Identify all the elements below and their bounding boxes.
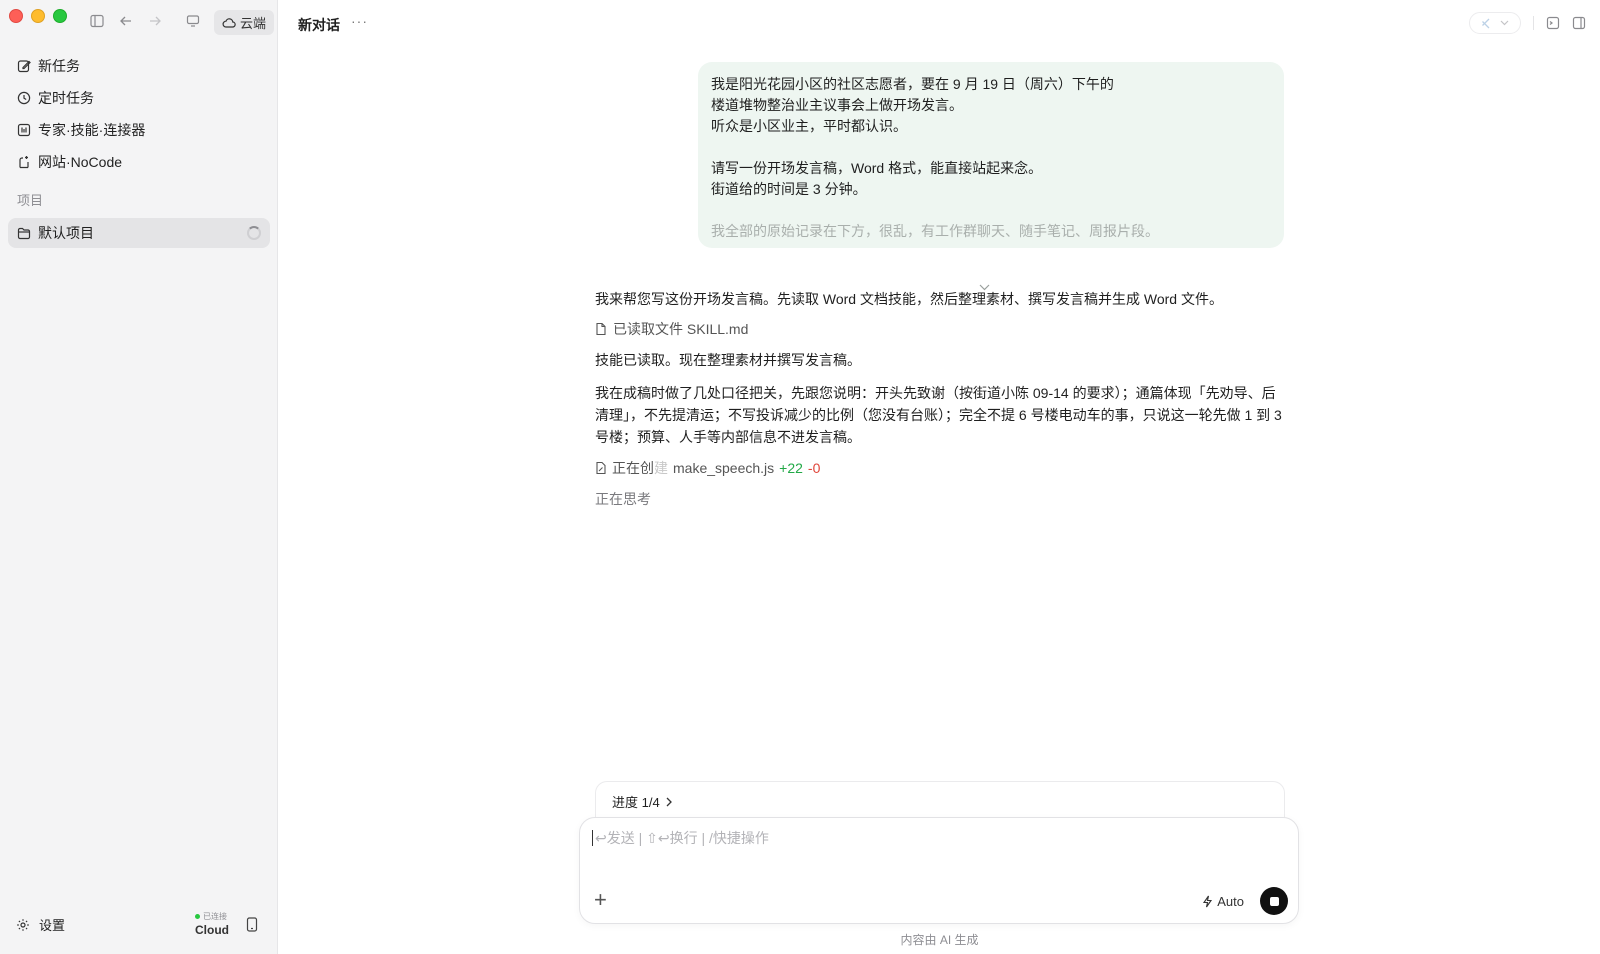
connection-name: Cloud xyxy=(195,923,229,937)
edit-icon xyxy=(17,60,31,73)
sidebar-item-scheduled-tasks[interactable]: 定时任务 xyxy=(8,82,269,114)
cloud-connection-status[interactable]: 已连接 Cloud xyxy=(195,911,229,937)
phone-icon[interactable] xyxy=(246,917,258,935)
more-options-button[interactable]: ··· xyxy=(351,13,368,29)
cloud-icon xyxy=(222,17,236,28)
grid-box-icon xyxy=(17,123,31,137)
cloud-mode-button[interactable]: 云端 xyxy=(214,10,275,35)
sidebar: 云端 新任务 定时任务 专家·技能·连接器 网站·NoCode 项目 默认项目 … xyxy=(0,0,278,954)
stop-generation-button[interactable] xyxy=(1260,887,1288,915)
thinking-status: 正在思考 xyxy=(595,491,651,507)
sidebar-item-website-nocode[interactable]: 网站·NoCode xyxy=(8,146,269,178)
message-composer: + Auto xyxy=(579,817,1299,924)
file-read-label: 已读取文件 SKILL.md xyxy=(613,321,749,337)
user-message-line: 楼道堆物整治业主议事会上做开场发言。 xyxy=(711,97,963,113)
sidebar-toggle-icon[interactable] xyxy=(88,12,106,30)
forward-arrow-icon[interactable] xyxy=(146,12,164,30)
lines-added: +22 xyxy=(779,460,803,476)
editor-select[interactable] xyxy=(1469,12,1521,34)
project-item-default[interactable]: 默认项目 xyxy=(8,218,270,248)
file-edit-name: make_speech.js xyxy=(673,460,775,476)
divider xyxy=(1533,16,1534,30)
message-input[interactable] xyxy=(592,830,1282,846)
gear-icon xyxy=(17,918,29,931)
conversation-title: 新对话 xyxy=(298,17,340,33)
terminal-icon[interactable] xyxy=(1546,16,1560,30)
close-window-button[interactable] xyxy=(9,9,23,23)
clock-icon xyxy=(17,91,31,105)
sidebar-item-label: 专家·技能·连接器 xyxy=(38,122,146,138)
lines-removed: -0 xyxy=(807,460,821,476)
window-controls xyxy=(9,9,67,23)
folder-icon xyxy=(17,227,31,239)
loading-spinner-icon xyxy=(247,226,261,240)
stop-icon xyxy=(1269,896,1279,906)
lightning-icon xyxy=(1203,895,1213,908)
minimize-window-button[interactable] xyxy=(31,9,45,23)
file-icon xyxy=(596,322,606,336)
mode-selector[interactable]: Auto xyxy=(1202,894,1244,909)
assistant-paragraph: 技能已读取。现在整理素材并撰写发言稿。 xyxy=(595,352,861,368)
assistant-paragraph: 我在成稿时做了几处口径把关，先跟您说明：开头先致谢（按街道小陈 09-14 的要… xyxy=(595,385,1282,445)
back-arrow-icon[interactable] xyxy=(117,12,135,30)
user-message-line-faded: 我全部的原始记录在下方，很乱，有工作群聊天、随手笔记、周报片段。 xyxy=(711,223,1159,239)
status-dot xyxy=(195,914,200,919)
monitor-icon[interactable] xyxy=(184,12,202,30)
progress-toggle[interactable]: 进度 1/4 xyxy=(595,781,1285,821)
user-message-line: 请写一份开场发言稿，Word 格式，能直接站起来念。 xyxy=(711,160,1043,176)
sparkle-page-icon xyxy=(19,156,29,169)
user-message-bubble: 我是阳光花园小区的社区志愿者，要在 9 月 19 日（周六）下午的 楼道堆物整治… xyxy=(698,62,1284,291)
settings-label: 设置 xyxy=(39,918,66,933)
main-panel: 新对话 ··· 我是阳光花园小区的社区志愿者，要在 9 月 19 日（周六）下午… xyxy=(279,0,1600,954)
sidebar-item-experts-skills[interactable]: 专家·技能·连接器 xyxy=(8,114,269,146)
file-edit-status-fade: 建 xyxy=(654,460,668,476)
vscode-icon xyxy=(1482,18,1490,28)
file-edit-step[interactable]: 正在创建 make_speech.js +22 -0 xyxy=(595,458,820,478)
ai-disclaimer: 内容由 AI 生成 xyxy=(279,931,1599,948)
user-message-line: 听众是小区业主，平时都认识。 xyxy=(711,118,907,134)
progress-label: 进度 1/4 xyxy=(612,795,660,810)
project-label: 默认项目 xyxy=(38,225,94,241)
sidebar-item-new-task[interactable]: 新任务 xyxy=(8,50,269,82)
mode-label: Auto xyxy=(1217,894,1244,909)
topbar-actions xyxy=(1469,12,1586,34)
file-edit-status: 正在创 xyxy=(612,460,654,476)
file-edit-icon xyxy=(596,461,606,475)
chevron-right-icon xyxy=(666,797,672,806)
connection-status-line: 已连接 xyxy=(195,911,229,922)
ai-disclaimer-text: 内容由 AI 生成 xyxy=(900,933,979,947)
user-message-line: 我是阳光花园小区的社区志愿者，要在 9 月 19 日（周六）下午的 xyxy=(711,76,1114,92)
connection-status-text: 已连接 xyxy=(203,912,227,921)
projects-section-title: 项目 xyxy=(17,193,44,208)
sidebar-item-label: 网站·NoCode xyxy=(38,154,123,170)
panel-toggle-icon[interactable] xyxy=(1572,16,1586,30)
sidebar-item-label: 新任务 xyxy=(38,58,80,74)
settings-button[interactable]: 设置 xyxy=(16,915,65,934)
zoom-window-button[interactable] xyxy=(53,9,67,23)
file-read-step[interactable]: 已读取文件 SKILL.md xyxy=(595,319,748,339)
chevron-down-icon xyxy=(1500,20,1509,26)
user-message-line: 街道给的时间是 3 分钟。 xyxy=(711,181,867,197)
cloud-mode-label: 云端 xyxy=(240,16,267,31)
assistant-paragraph: 我来帮您写这份开场发言稿。先读取 Word 文档技能，然后整理素材、撰写发言稿并… xyxy=(595,291,1223,307)
add-attachment-button[interactable]: + xyxy=(594,889,607,911)
sidebar-nav: 新任务 定时任务 专家·技能·连接器 网站·NoCode xyxy=(8,50,269,178)
sidebar-item-label: 定时任务 xyxy=(38,90,94,106)
